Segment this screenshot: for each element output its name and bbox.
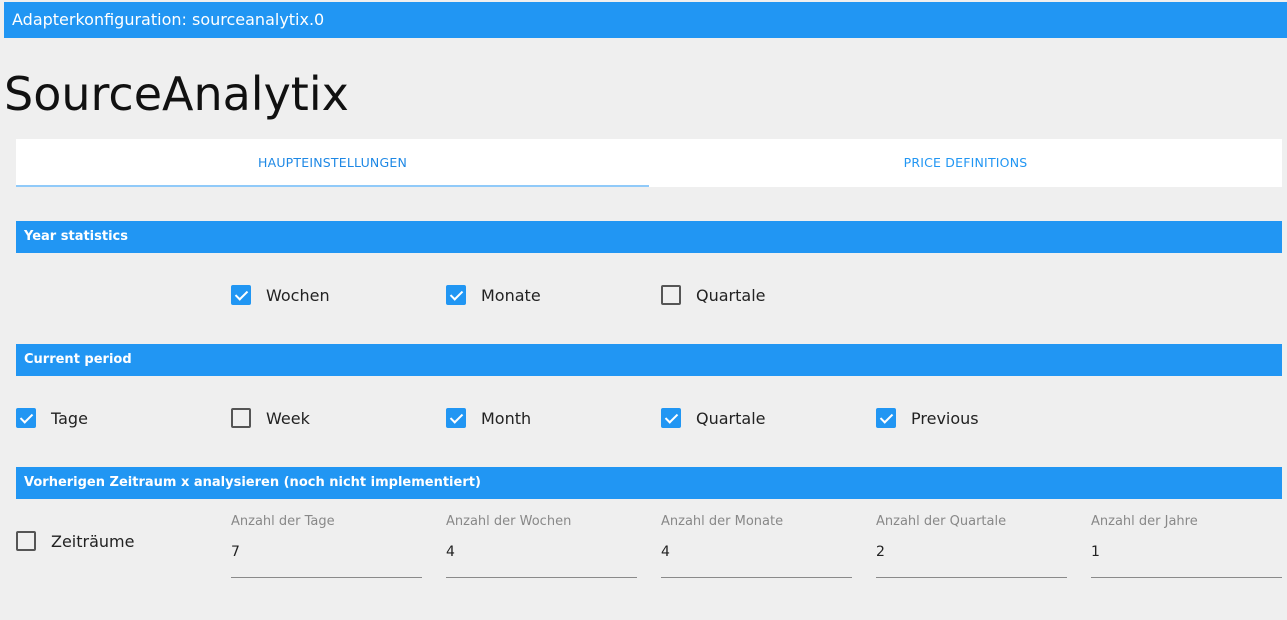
- field-label-anzahl-tage: Anzahl der Tage: [231, 514, 335, 529]
- checkbox-item-month[interactable]: Month: [446, 406, 531, 430]
- tab-main-settings[interactable]: HAUPTEINSTELLUNGEN: [16, 139, 649, 187]
- checkbox-wochen[interactable]: [231, 285, 251, 305]
- checkbox-label-previous: Previous: [911, 408, 979, 428]
- checkbox-week[interactable]: [231, 408, 251, 428]
- checkbox-monate[interactable]: [446, 285, 466, 305]
- field-anzahl-jahre: Anzahl der Jahre: [1091, 514, 1282, 578]
- input-anzahl-tage[interactable]: [231, 544, 422, 560]
- checkbox-quartale-current[interactable]: [661, 408, 681, 428]
- checkbox-label-week: Week: [266, 408, 310, 428]
- checkbox-item-quartale-year[interactable]: Quartale: [661, 283, 765, 307]
- checkbox-item-monate[interactable]: Monate: [446, 283, 541, 307]
- input-anzahl-quartale[interactable]: [876, 544, 1067, 560]
- section-header-year-statistics: Year statistics: [16, 221, 1282, 253]
- section-header-current-period: Current period: [16, 344, 1282, 376]
- field-label-anzahl-jahre: Anzahl der Jahre: [1091, 514, 1198, 529]
- field-anzahl-monate: Anzahl der Monate: [661, 514, 852, 578]
- checkbox-label-wochen: Wochen: [266, 285, 330, 305]
- field-label-anzahl-monate: Anzahl der Monate: [661, 514, 784, 529]
- field-anzahl-wochen: Anzahl der Wochen: [446, 514, 637, 578]
- input-anzahl-monate[interactable]: [661, 544, 852, 560]
- tab-bar: HAUPTEINSTELLUNGEN PRICE DEFINITIONS: [16, 139, 1282, 187]
- window-title-bar: Adapterkonfiguration: sourceanalytix.0: [4, 2, 1287, 38]
- tab-price-definitions[interactable]: PRICE DEFINITIONS: [649, 139, 1282, 187]
- section-header-previous-period: Vorherigen Zeitraum x analysieren (noch …: [16, 467, 1282, 499]
- field-label-anzahl-wochen: Anzahl der Wochen: [446, 514, 572, 529]
- field-anzahl-tage: Anzahl der Tage: [231, 514, 422, 578]
- checkbox-item-week[interactable]: Week: [231, 406, 310, 430]
- field-label-anzahl-quartale: Anzahl der Quartale: [876, 514, 1007, 529]
- checkbox-label-month: Month: [481, 408, 532, 428]
- checkbox-zeitraeume[interactable]: [16, 531, 36, 551]
- field-anzahl-quartale: Anzahl der Quartale: [876, 514, 1067, 578]
- checkbox-label-monate: Monate: [481, 285, 541, 305]
- checkbox-label-quartale-current: Quartale: [696, 408, 766, 428]
- checkbox-previous[interactable]: [876, 408, 896, 428]
- input-anzahl-jahre[interactable]: [1091, 544, 1282, 560]
- checkbox-item-previous[interactable]: Previous: [876, 406, 979, 430]
- app-title: SourceAnalytix: [4, 67, 349, 121]
- window-title: Adapterkonfiguration: sourceanalytix.0: [12, 10, 325, 29]
- checkbox-item-tage[interactable]: Tage: [16, 406, 88, 430]
- checkbox-label-tage: Tage: [51, 408, 88, 428]
- input-anzahl-wochen[interactable]: [446, 544, 637, 560]
- checkbox-item-wochen[interactable]: Wochen: [231, 283, 330, 307]
- checkbox-tage[interactable]: [16, 408, 36, 428]
- checkbox-label-zeitraeume: Zeiträume: [51, 531, 135, 551]
- checkbox-item-quartale-current[interactable]: Quartale: [661, 406, 765, 430]
- checkbox-quartale-year[interactable]: [661, 285, 681, 305]
- checkbox-month[interactable]: [446, 408, 466, 428]
- checkbox-label-quartale-year: Quartale: [696, 285, 766, 305]
- checkbox-item-zeitraeume[interactable]: Zeiträume: [16, 529, 134, 553]
